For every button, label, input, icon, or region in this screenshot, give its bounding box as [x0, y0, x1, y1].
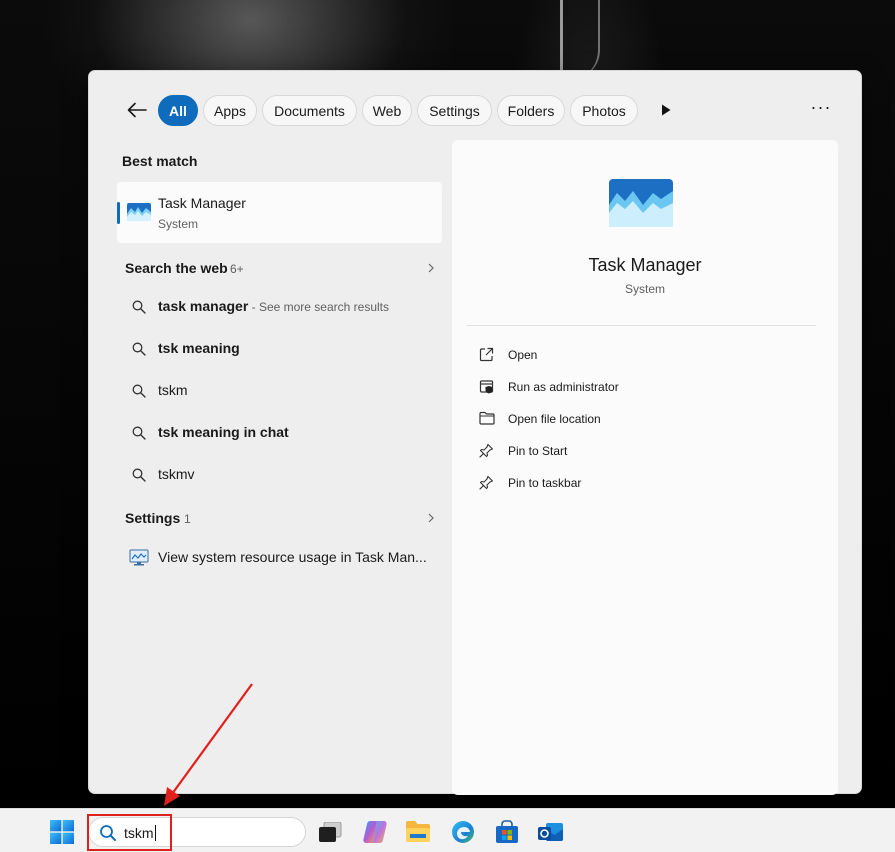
search-web-header[interactable]: Search the web 6+: [117, 253, 442, 283]
start-windows-icon[interactable]: [50, 820, 74, 844]
web-result-item[interactable]: tsk meaning: [117, 329, 442, 369]
task-manager-large-icon: [609, 179, 673, 227]
action-run-as-administrator[interactable]: Run as administrator: [472, 372, 802, 402]
web-result-text: task manager: [158, 298, 249, 314]
selection-indicator: [117, 202, 120, 224]
task-view-icon[interactable]: [318, 822, 342, 844]
tab-photos[interactable]: Photos: [570, 95, 638, 126]
action-label: Pin to Start: [508, 444, 568, 458]
settings-heading: Settings: [125, 510, 181, 526]
task-manager-icon: [127, 203, 151, 221]
best-match-heading: Best match: [122, 153, 198, 169]
web-result-suffix: - See more search results: [248, 300, 389, 314]
tab-all[interactable]: All: [158, 95, 198, 126]
microsoft-store-icon[interactable]: [495, 820, 519, 844]
action-label: Open file location: [508, 412, 601, 426]
best-match-task-manager[interactable]: Task Manager System: [117, 182, 442, 243]
shield-icon: [479, 380, 494, 394]
action-open-file-location[interactable]: Open file location: [472, 404, 802, 434]
action-label: Open: [508, 348, 538, 362]
detail-subtitle: System: [624, 282, 665, 296]
more-options-icon[interactable]: ···: [809, 97, 833, 121]
web-result-item[interactable]: tsk meaning in chat: [117, 413, 442, 453]
back-arrow-icon: [127, 102, 147, 118]
search-web-heading: Search the web: [125, 260, 228, 276]
more-filters-arrow-icon[interactable]: [659, 103, 673, 117]
search-icon: [132, 384, 146, 398]
open-icon: [479, 347, 494, 362]
settings-result-text: View system resource usage in Task Man..…: [158, 549, 427, 565]
tab-documents[interactable]: Documents: [262, 95, 357, 126]
edge-browser-icon[interactable]: [451, 820, 475, 844]
best-match-name: Task Manager: [158, 195, 246, 211]
back-button[interactable]: [122, 97, 152, 123]
best-match-subtitle: System: [158, 217, 199, 231]
monitor-settings-icon: [129, 549, 149, 566]
action-open[interactable]: Open: [472, 340, 802, 370]
tab-apps[interactable]: Apps: [203, 95, 257, 126]
detail-title: Task Manager: [588, 255, 702, 275]
annotation-highlight-box: [87, 814, 172, 851]
action-label: Run as administrator: [508, 380, 619, 394]
search-icon: [132, 342, 146, 356]
settings-result-item[interactable]: View system resource usage in Task Man..…: [117, 539, 442, 577]
filter-bar: All Apps Documents Web Settings Folders …: [89, 71, 861, 149]
detail-panel: Task Manager System Open Run as administ…: [452, 140, 838, 795]
copilot-icon[interactable]: [362, 820, 388, 844]
search-icon: [132, 426, 146, 440]
web-result-text: tsk meaning in chat: [158, 424, 289, 440]
search-icon: [132, 468, 146, 482]
tab-settings[interactable]: Settings: [417, 95, 492, 126]
web-result-text: tsk meaning: [158, 340, 240, 356]
settings-header[interactable]: Settings 1: [117, 503, 442, 533]
web-result-text: tskmv: [158, 466, 195, 482]
divider: [467, 325, 816, 326]
wallpaper-swirl: [560, 0, 600, 80]
chevron-right-icon: [428, 263, 434, 273]
web-result-item[interactable]: tskm: [117, 371, 442, 411]
action-pin-to-start[interactable]: Pin to Start: [472, 436, 802, 466]
web-result-item[interactable]: tskmv: [117, 455, 442, 495]
search-web-count: 6+: [230, 262, 244, 276]
web-result-item[interactable]: task manager - See more search results: [117, 287, 442, 327]
action-pin-to-taskbar[interactable]: Pin to taskbar: [472, 468, 802, 498]
outlook-icon[interactable]: [538, 820, 564, 844]
pin-icon: [479, 443, 494, 458]
folder-icon: [479, 411, 495, 425]
search-icon: [132, 300, 146, 314]
tab-folders[interactable]: Folders: [497, 95, 565, 126]
search-flyout: All Apps Documents Web Settings Folders …: [88, 70, 862, 795]
tab-web[interactable]: Web: [362, 95, 412, 126]
chevron-right-icon: [428, 513, 434, 523]
settings-count: 1: [184, 512, 191, 526]
pin-icon: [479, 475, 494, 490]
file-explorer-icon[interactable]: [405, 820, 431, 843]
action-label: Pin to taskbar: [508, 476, 582, 490]
web-result-text: tskm: [158, 382, 188, 398]
